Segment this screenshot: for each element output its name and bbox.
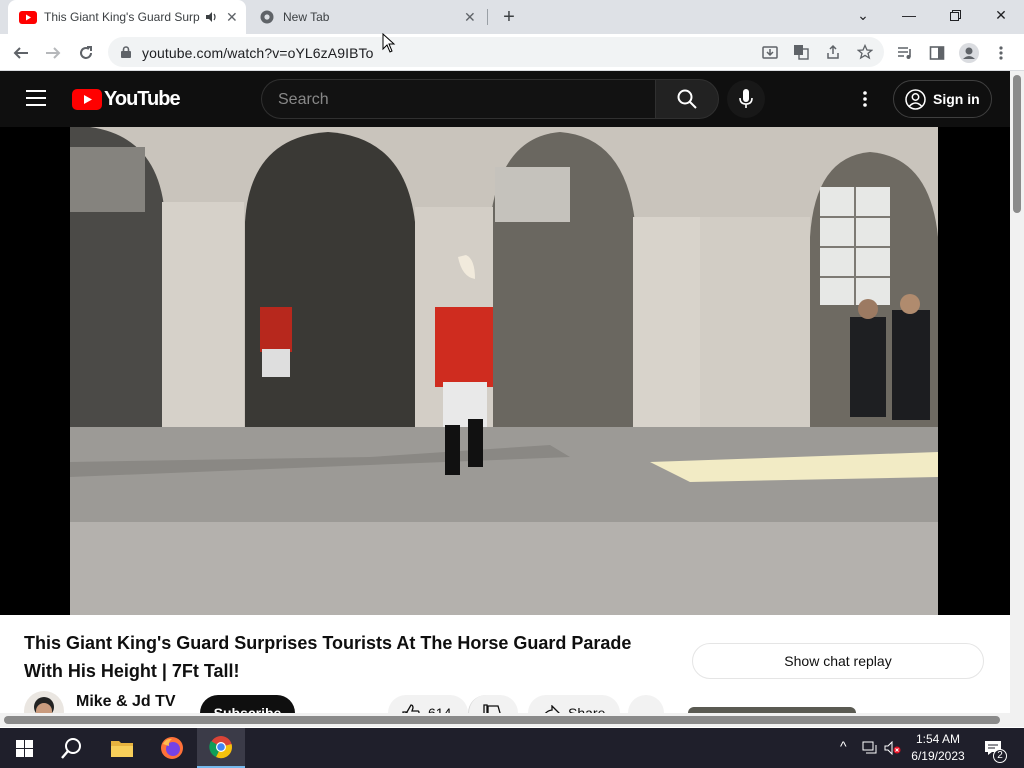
close-window-button[interactable]: ✕ bbox=[978, 0, 1024, 30]
channel-avatar[interactable] bbox=[24, 691, 64, 715]
tab-strip: This Giant King's Guard Surp ✕ New Tab ✕… bbox=[0, 0, 1024, 34]
tab-search-icon[interactable]: ⌄ bbox=[840, 0, 886, 30]
dislike-button[interactable] bbox=[468, 695, 518, 715]
horizontal-scrollbar[interactable] bbox=[0, 713, 1010, 727]
search-button[interactable] bbox=[655, 79, 719, 119]
tab-title: This Giant King's Guard Surp bbox=[44, 10, 200, 24]
speaker-icon[interactable] bbox=[205, 11, 217, 23]
network-icon[interactable] bbox=[862, 741, 878, 755]
address-bar[interactable]: youtube.com/watch?v=oYL6zA9IBTo bbox=[108, 37, 884, 67]
mouse-cursor-icon bbox=[382, 33, 396, 53]
tab-close-icon[interactable]: ✕ bbox=[226, 9, 238, 26]
settings-more-icon[interactable] bbox=[863, 91, 867, 107]
search-icon bbox=[61, 738, 81, 759]
star-icon[interactable] bbox=[857, 44, 873, 60]
hamburger-menu-icon[interactable] bbox=[26, 90, 46, 106]
reload-icon[interactable] bbox=[75, 42, 97, 64]
youtube-logo[interactable]: YouTube bbox=[72, 88, 181, 110]
notification-count: 2 bbox=[993, 749, 1007, 763]
vertical-scrollbar[interactable] bbox=[1010, 71, 1024, 727]
folder-icon bbox=[111, 741, 133, 757]
search-placeholder: Search bbox=[278, 91, 329, 108]
taskbar-search-button[interactable] bbox=[48, 728, 96, 768]
chrome-taskbar-button[interactable] bbox=[197, 728, 245, 768]
sign-in-button[interactable]: Sign in bbox=[893, 80, 992, 118]
horizontal-scroll-thumb[interactable] bbox=[4, 716, 1000, 724]
show-chat-replay-button[interactable]: Show chat replay bbox=[692, 643, 984, 679]
tab-separator bbox=[487, 9, 488, 25]
vertical-scroll-thumb[interactable] bbox=[1013, 75, 1021, 213]
subscribe-button[interactable]: Subscribe bbox=[200, 695, 295, 715]
youtube-logo-icon bbox=[72, 89, 102, 110]
url-text[interactable]: youtube.com/watch?v=oYL6zA9IBTo bbox=[142, 45, 374, 61]
video-title: This Giant King's Guard Surprises Touris… bbox=[24, 633, 632, 681]
video-player[interactable] bbox=[70, 127, 938, 615]
notification-center-button[interactable]: 2 bbox=[978, 728, 1024, 768]
restore-button[interactable] bbox=[932, 0, 978, 30]
minimize-button[interactable]: — bbox=[886, 0, 932, 30]
like-button[interactable]: 614 bbox=[388, 695, 468, 715]
firefox-button[interactable] bbox=[148, 728, 196, 768]
firefox-icon bbox=[161, 737, 183, 759]
youtube-page: YouTube Search Sign in This Giant King's… bbox=[0, 71, 1010, 715]
youtube-logo-text: YouTube bbox=[104, 88, 181, 110]
menu-icon[interactable] bbox=[990, 42, 1012, 64]
share-button[interactable]: Share bbox=[528, 695, 620, 715]
share-icon[interactable] bbox=[825, 44, 841, 60]
lock-icon[interactable] bbox=[121, 46, 131, 58]
sidepanel-icon[interactable] bbox=[926, 42, 948, 64]
search-icon bbox=[677, 89, 697, 109]
clock-time: 1:54 AM bbox=[915, 732, 961, 746]
taskbar-clock[interactable]: 1:54 AM 6/19/2023 bbox=[906, 731, 970, 765]
tab-close-icon[interactable]: ✕ bbox=[464, 9, 476, 26]
install-icon[interactable] bbox=[762, 44, 778, 60]
clock-date: 6/19/2023 bbox=[911, 749, 965, 763]
browser-toolbar: youtube.com/watch?v=oYL6zA9IBTo bbox=[0, 34, 1024, 71]
media-icon[interactable] bbox=[894, 42, 916, 64]
more-actions-button[interactable]: … bbox=[628, 695, 664, 715]
tab-newtab[interactable]: New Tab ✕ bbox=[248, 0, 486, 34]
windows-logo-icon bbox=[15, 739, 33, 757]
sign-in-label: Sign in bbox=[933, 91, 980, 107]
channel-name[interactable]: Mike & Jd TV bbox=[76, 693, 176, 711]
youtube-favicon-icon bbox=[19, 11, 37, 24]
forward-icon[interactable] bbox=[42, 42, 64, 64]
new-tab-button[interactable]: + bbox=[498, 6, 520, 28]
chrome-icon bbox=[209, 736, 232, 759]
file-explorer-button[interactable] bbox=[98, 728, 146, 768]
start-button[interactable] bbox=[0, 728, 48, 768]
tab-title: New Tab bbox=[283, 10, 330, 24]
translate-icon[interactable] bbox=[793, 44, 809, 60]
video-frame bbox=[70, 127, 938, 615]
chrome-favicon-icon bbox=[260, 10, 274, 24]
back-icon[interactable] bbox=[10, 42, 32, 64]
tray-chevron-icon[interactable]: ^ bbox=[840, 738, 847, 754]
tab-youtube[interactable]: This Giant King's Guard Surp ✕ bbox=[8, 0, 246, 34]
profile-icon[interactable] bbox=[958, 42, 980, 64]
microphone-icon bbox=[739, 89, 753, 108]
youtube-header: YouTube Search Sign in bbox=[0, 71, 1010, 127]
account-icon bbox=[905, 89, 926, 110]
windows-taskbar: ^ 1:54 AM 6/19/2023 2 bbox=[0, 728, 1024, 768]
voice-search-button[interactable] bbox=[727, 80, 765, 118]
search-input[interactable]: Search bbox=[261, 79, 657, 119]
volume-muted-icon[interactable] bbox=[884, 741, 902, 755]
